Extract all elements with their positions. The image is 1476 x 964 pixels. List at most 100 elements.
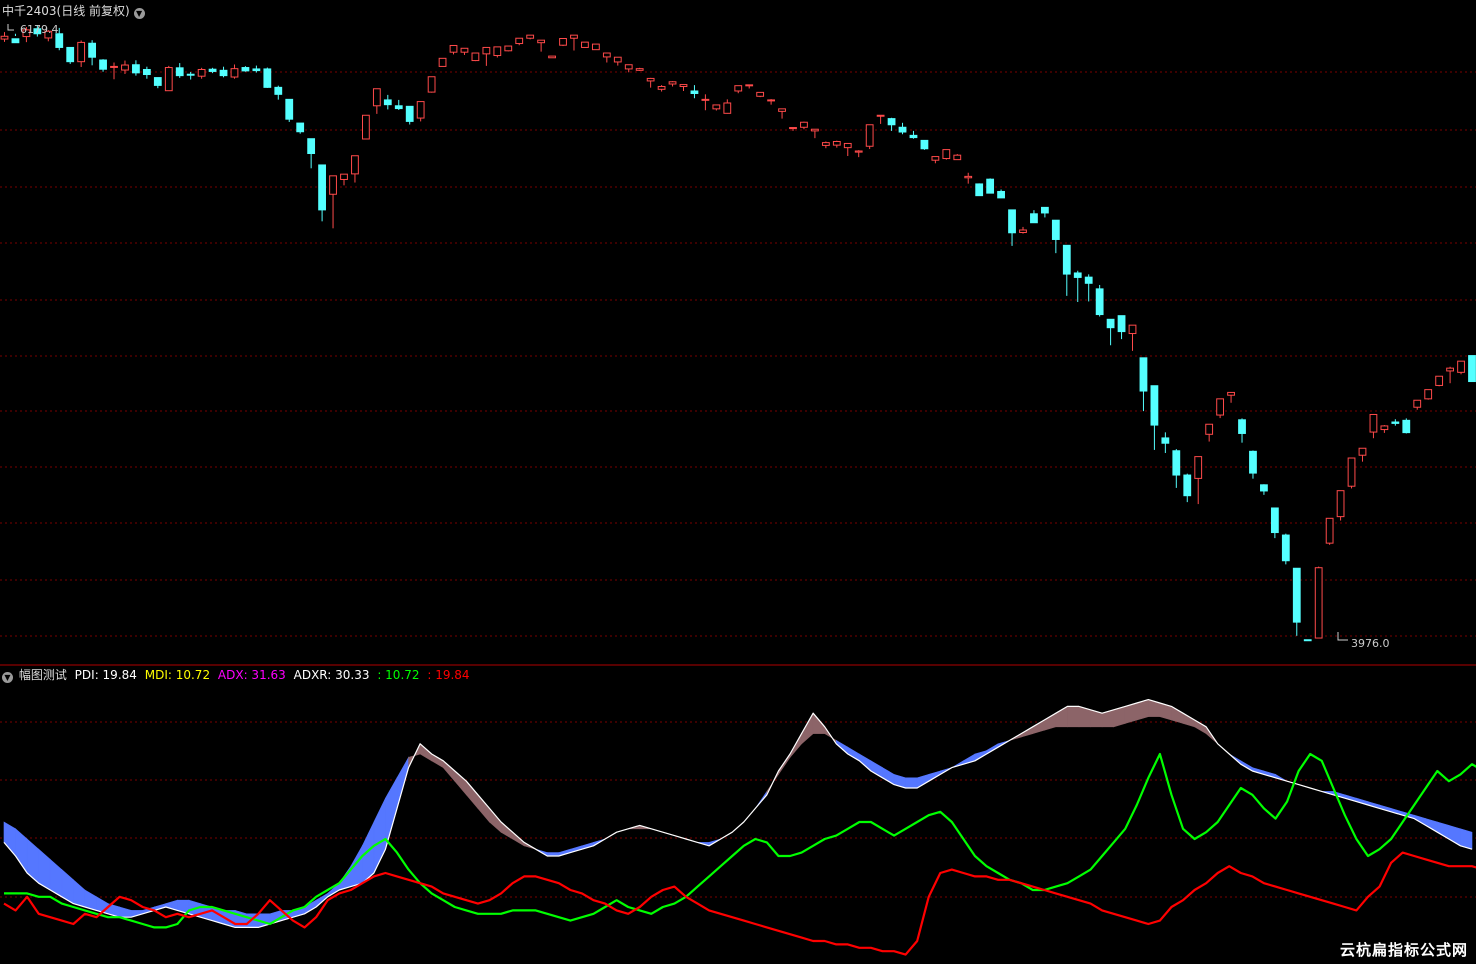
candle-body xyxy=(1030,213,1038,224)
candle-body xyxy=(274,86,283,95)
candle xyxy=(164,65,173,92)
candle-body xyxy=(975,183,984,197)
candle xyxy=(438,57,447,67)
candle-body xyxy=(668,81,677,85)
candle xyxy=(931,156,940,164)
chevron-down-icon[interactable]: ▼ xyxy=(133,8,145,19)
candle xyxy=(570,34,578,51)
candle-body xyxy=(657,86,666,90)
candle xyxy=(285,98,294,122)
candle xyxy=(865,124,874,150)
candle-body xyxy=(789,127,797,130)
candle-body xyxy=(1303,639,1312,642)
candle-body xyxy=(559,38,567,46)
candle xyxy=(1303,639,1312,642)
candle xyxy=(482,46,491,66)
candle-body xyxy=(307,138,316,155)
candle-body xyxy=(1292,567,1301,623)
candle xyxy=(887,117,896,131)
candle-body xyxy=(1391,421,1400,424)
candle xyxy=(613,56,622,66)
candle-body xyxy=(1402,419,1411,434)
candle xyxy=(1391,419,1400,426)
candle-body xyxy=(99,59,107,70)
candle-body xyxy=(340,173,348,180)
candle xyxy=(1030,210,1038,224)
candle xyxy=(1413,399,1422,410)
candle-body xyxy=(646,77,655,82)
candle xyxy=(920,139,929,150)
candle-body xyxy=(438,57,447,67)
candle xyxy=(548,55,556,59)
candle xyxy=(1347,457,1356,489)
candle-body xyxy=(405,105,414,122)
candle xyxy=(1150,385,1159,450)
candle xyxy=(1194,456,1203,505)
candle xyxy=(876,114,885,124)
candle xyxy=(690,85,699,99)
candle-body xyxy=(1216,398,1225,416)
candle-body xyxy=(471,52,480,62)
candle xyxy=(1019,226,1027,234)
candle-body xyxy=(0,35,9,40)
candle xyxy=(405,105,414,125)
candle-body xyxy=(526,34,535,39)
candle xyxy=(493,46,502,58)
candle xyxy=(1172,449,1181,488)
adx-band-up xyxy=(1067,706,1080,728)
candle xyxy=(142,66,151,79)
candle-body xyxy=(318,164,326,211)
candle-body xyxy=(132,64,140,74)
adx-band-down xyxy=(73,879,86,908)
candle xyxy=(1270,507,1279,539)
candle xyxy=(909,130,918,139)
candle xyxy=(964,172,973,184)
adx-line xyxy=(3,698,1473,929)
candle xyxy=(1380,425,1389,433)
candle xyxy=(734,85,743,94)
candle xyxy=(942,149,951,160)
candle xyxy=(1281,533,1290,565)
low-price-label: 3976.0 xyxy=(1351,637,1390,650)
candle-body xyxy=(1249,450,1257,474)
candle xyxy=(1249,450,1257,479)
candle-body xyxy=(898,126,907,133)
candle xyxy=(351,155,359,183)
candle-body xyxy=(591,43,600,51)
chevron-down-icon[interactable]: ▼ xyxy=(2,672,13,683)
candle-body xyxy=(1358,447,1367,456)
candle xyxy=(986,178,995,194)
candle-body xyxy=(1051,219,1060,240)
candle xyxy=(701,94,710,111)
high-price-label: 6179.4 xyxy=(20,23,59,36)
candle xyxy=(197,67,206,79)
candle-body xyxy=(1084,276,1093,284)
candle-body xyxy=(854,150,863,153)
candle-body xyxy=(581,41,589,48)
candle xyxy=(460,47,469,55)
candle-body xyxy=(504,45,513,52)
candle xyxy=(1402,418,1411,434)
candle xyxy=(1183,473,1192,503)
candle xyxy=(1008,209,1016,246)
candle-body xyxy=(1238,419,1246,434)
candle-body xyxy=(1194,456,1203,479)
candle xyxy=(1084,274,1093,302)
candle-body xyxy=(1380,425,1389,431)
candle xyxy=(1325,517,1334,545)
candle xyxy=(1260,484,1268,495)
candle xyxy=(800,121,808,130)
candle xyxy=(77,40,86,67)
candle-body xyxy=(1161,437,1170,444)
indicator-value-pdi: PDI: 19.84 xyxy=(74,668,137,682)
candle-body xyxy=(1095,288,1104,316)
candle-body xyxy=(942,149,951,160)
candle-body xyxy=(208,68,217,72)
candle-body xyxy=(865,124,874,147)
candle-body xyxy=(1062,244,1071,275)
candle xyxy=(767,99,775,105)
candle-body xyxy=(1457,360,1465,373)
grid-lines xyxy=(0,71,1476,898)
candle-body xyxy=(909,134,918,139)
candle-body xyxy=(690,90,699,94)
